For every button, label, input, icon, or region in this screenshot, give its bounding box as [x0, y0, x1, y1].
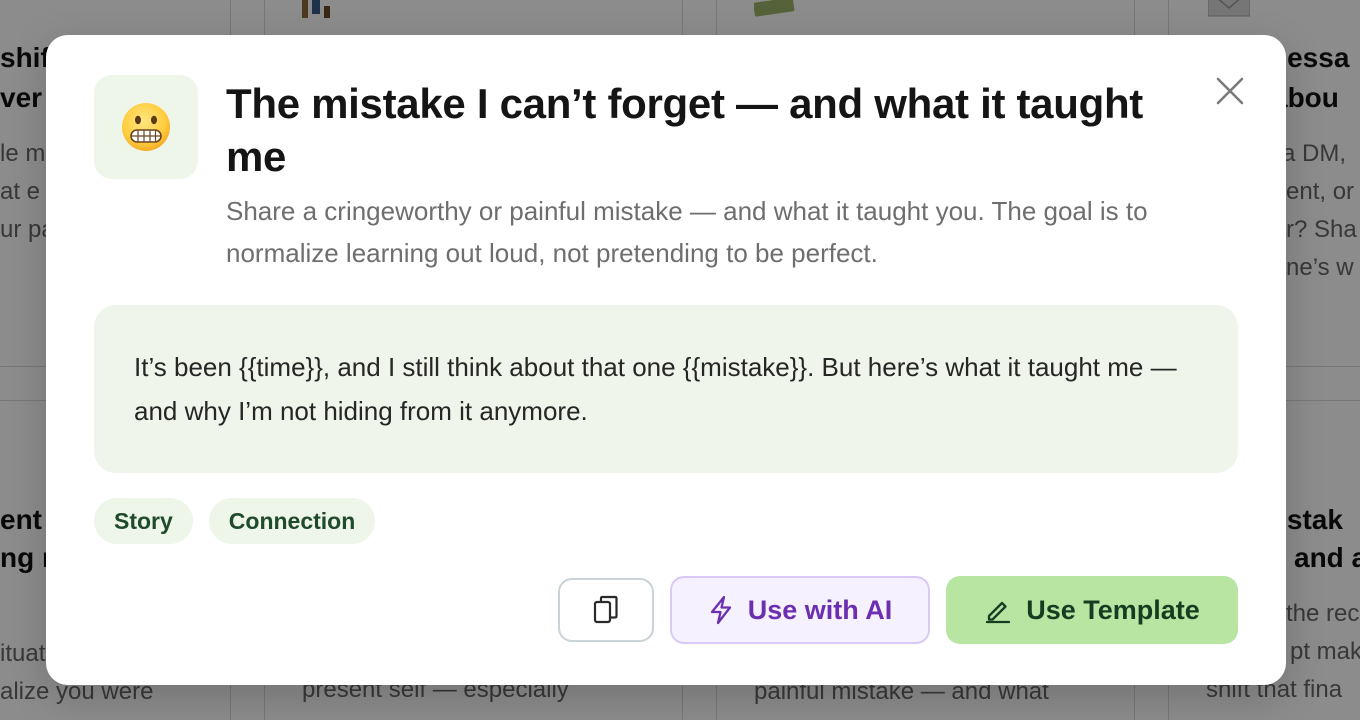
- tag-connection: Connection: [208, 498, 376, 544]
- tag-list: Story Connection: [94, 498, 376, 544]
- modal-description: Share a cringeworthy or painful mistake …: [226, 196, 1148, 268]
- use-with-ai-label: Use with AI: [747, 594, 893, 625]
- lightning-icon: [710, 595, 731, 625]
- template-text: It’s been {{time}}, and I still think ab…: [134, 352, 1177, 426]
- copy-button[interactable]: [558, 578, 654, 642]
- use-template-button[interactable]: Use Template: [946, 576, 1238, 644]
- use-template-label: Use Template: [1026, 594, 1200, 625]
- template-modal: 😬 The mistake I can’t forget — and what …: [46, 35, 1286, 685]
- modal-title: The mistake I can’t forget — and what it…: [226, 80, 1143, 180]
- emoji-badge: 😬: [94, 75, 198, 179]
- template-preview: It’s been {{time}}, and I still think ab…: [94, 305, 1238, 473]
- grimacing-face-icon: [122, 103, 170, 151]
- close-icon: [1216, 77, 1244, 105]
- tag-story: Story: [94, 498, 193, 544]
- copy-icon: [593, 595, 618, 624]
- close-button[interactable]: [1210, 71, 1250, 111]
- pencil-icon: [986, 601, 1011, 624]
- use-with-ai-button[interactable]: Use with AI: [670, 576, 930, 644]
